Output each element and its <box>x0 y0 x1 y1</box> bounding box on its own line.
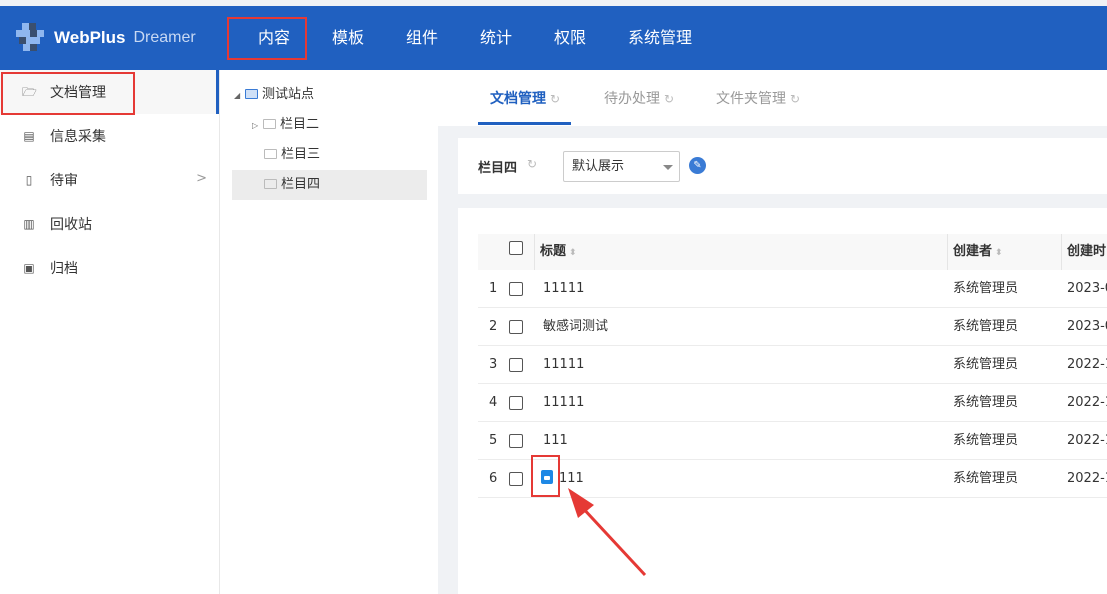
refresh-icon: ↻ <box>550 92 561 106</box>
filter-bar: 栏目四 ↻ 默认展示 ✎ <box>458 138 1107 194</box>
edit-pencil-icon[interactable]: ✎ <box>689 157 706 174</box>
column-header-creator[interactable]: 创建者 ⬍ <box>953 234 1003 270</box>
row-title[interactable]: 11111 <box>543 384 584 422</box>
current-column-label: 栏目四 <box>478 161 518 176</box>
app-logo[interactable]: WebPlus Dreamer <box>14 20 214 56</box>
document-table: 标题⬍ 创建者⬍ 创建时 1 11111 系统管理员 2023-0 2 敏感词测… <box>458 208 1107 594</box>
folder-icon <box>263 119 276 129</box>
logo-icon <box>14 21 48 55</box>
row-checkbox[interactable] <box>509 320 523 334</box>
row-created: 2023-0 <box>1067 319 1107 334</box>
row-index: 5 <box>489 433 498 448</box>
tab-todo[interactable]: 待办处理 ↻ <box>604 70 674 126</box>
tree-node-column-4[interactable]: 栏目四 <box>232 170 427 200</box>
tree-node-column-3[interactable]: 栏目三 <box>264 140 320 170</box>
sidebar-item-recycle-bin[interactable]: ▥ 回收站 <box>0 202 219 246</box>
row-index: 1 <box>489 281 498 296</box>
refresh-icon[interactable]: ↻ <box>527 157 537 171</box>
table-row[interactable]: 5 111 系统管理员 2022-1 <box>478 422 1107 460</box>
row-checkbox[interactable] <box>509 396 523 410</box>
nav-permissions[interactable]: 权限 <box>554 6 586 70</box>
row-checkbox[interactable] <box>509 472 523 486</box>
view-mode-select[interactable]: 默认展示 <box>563 151 680 182</box>
table-row[interactable]: 6 111 系统管理员 2022-1 <box>478 460 1107 498</box>
tab-document-management[interactable]: 文档管理 ↻ <box>490 70 560 126</box>
tab-bar: 文档管理 ↻ 待办处理 ↻ 文件夹管理 ↻ <box>438 70 1107 126</box>
column-tree: ◢ 测试站点 ▷ 栏目二 栏目三 栏目四 <box>219 70 438 594</box>
refresh-icon: ↻ <box>790 92 801 106</box>
row-creator: 系统管理员 <box>953 433 1019 448</box>
sidebar: 🗁 文档管理 ▤ 信息采集 ▯ 待审 > ▥ 回收站 ▣ 归档 <box>0 70 219 594</box>
folder-icon <box>264 179 277 189</box>
row-creator: 系统管理员 <box>953 281 1019 296</box>
row-title[interactable]: 敏感词测试 <box>543 308 608 346</box>
row-created: 2022-1 <box>1067 433 1107 448</box>
sidebar-item-label: 信息采集 <box>50 129 106 145</box>
sort-icon: ⬍ <box>569 248 577 258</box>
chevron-right-icon: > <box>196 171 207 186</box>
row-index: 6 <box>489 471 498 486</box>
tree-node-column-2[interactable]: ▷ 栏目二 <box>252 110 319 140</box>
table-row[interactable]: 1 11111 系统管理员 2023-0 <box>478 270 1107 308</box>
nav-content[interactable]: 内容 <box>258 6 290 70</box>
sort-icon: ⬍ <box>995 248 1003 258</box>
row-creator: 系统管理员 <box>953 395 1019 410</box>
table-row[interactable]: 3 11111 系统管理员 2022-1 <box>478 346 1107 384</box>
row-creator: 系统管理员 <box>953 357 1019 372</box>
sidebar-item-pending-review[interactable]: ▯ 待审 > <box>0 158 219 202</box>
row-title[interactable]: 111 <box>543 422 568 460</box>
row-title[interactable]: 11111 <box>543 270 584 308</box>
refresh-icon: ↻ <box>664 92 675 106</box>
row-index: 3 <box>489 357 498 372</box>
tab-folder-management[interactable]: 文件夹管理 ↻ <box>716 70 800 126</box>
row-created: 2022-1 <box>1067 357 1107 372</box>
main-content: 文档管理 ↻ 待办处理 ↻ 文件夹管理 ↻ 栏目四 ↻ 默认展示 ✎ 标题 ⬍ 创建者 ⬍… <box>438 70 1107 594</box>
row-index: 2 <box>489 319 498 334</box>
row-checkbox[interactable] <box>509 358 523 372</box>
row-created: 2022-1 <box>1067 471 1107 486</box>
table-row[interactable]: 4 11111 系统管理员 2022-1 <box>478 384 1107 422</box>
nav-components[interactable]: 组件 <box>406 6 438 70</box>
row-title[interactable]: 111 <box>559 460 584 498</box>
nav-system-admin[interactable]: 系统管理 <box>628 6 692 70</box>
logo-subtext: Dreamer <box>133 29 196 46</box>
column-header-created[interactable]: 创建时 <box>1067 234 1106 270</box>
folder-icon: 🗁 <box>22 85 37 99</box>
expanded-triangle-icon: ◢ <box>234 91 241 100</box>
select-all-checkbox[interactable] <box>509 241 523 255</box>
row-title[interactable]: 11111 <box>543 346 584 384</box>
row-created: 2023-0 <box>1067 281 1107 296</box>
row-checkbox[interactable] <box>509 282 523 296</box>
row-creator: 系统管理员 <box>953 471 1019 486</box>
sidebar-item-label: 归档 <box>50 261 78 277</box>
nav-templates[interactable]: 模板 <box>332 6 364 70</box>
sidebar-item-info-collection[interactable]: ▤ 信息采集 <box>0 114 219 158</box>
row-creator: 系统管理员 <box>953 319 1019 334</box>
sidebar-item-label: 文档管理 <box>50 85 106 101</box>
sidebar-item-label: 回收站 <box>50 217 92 233</box>
table-row[interactable]: 2 敏感词测试 系统管理员 2023-0 <box>478 308 1107 346</box>
column-header-title[interactable]: 标题 ⬍ <box>540 234 577 270</box>
archive-icon: ▣ <box>23 261 35 275</box>
tree-node-root[interactable]: ◢ 测试站点 <box>234 80 314 110</box>
sidebar-item-document-management[interactable]: 🗁 文档管理 <box>0 70 219 114</box>
collapsed-triangle-icon: ▷ <box>252 121 259 130</box>
row-checkbox[interactable] <box>509 434 523 448</box>
sidebar-item-archive[interactable]: ▣ 归档 <box>0 246 219 290</box>
logo-text: WebPlus <box>54 28 126 47</box>
top-navbar: WebPlus Dreamer 内容 模板 组件 统计 权限 系统管理 <box>0 6 1107 70</box>
nav-statistics[interactable]: 统计 <box>480 6 512 70</box>
active-tab-indicator <box>478 122 571 125</box>
row-created: 2022-1 <box>1067 395 1107 410</box>
trash-icon: ▥ <box>23 217 35 231</box>
lock-icon <box>541 470 553 484</box>
pending-doc-icon: ▯ <box>25 173 33 187</box>
sidebar-item-label: 待审 <box>50 173 78 189</box>
row-index: 4 <box>489 395 498 410</box>
folder-icon <box>264 149 277 159</box>
chevron-down-icon <box>663 165 673 170</box>
clipboard-icon: ▤ <box>23 129 35 143</box>
site-icon <box>245 89 258 99</box>
